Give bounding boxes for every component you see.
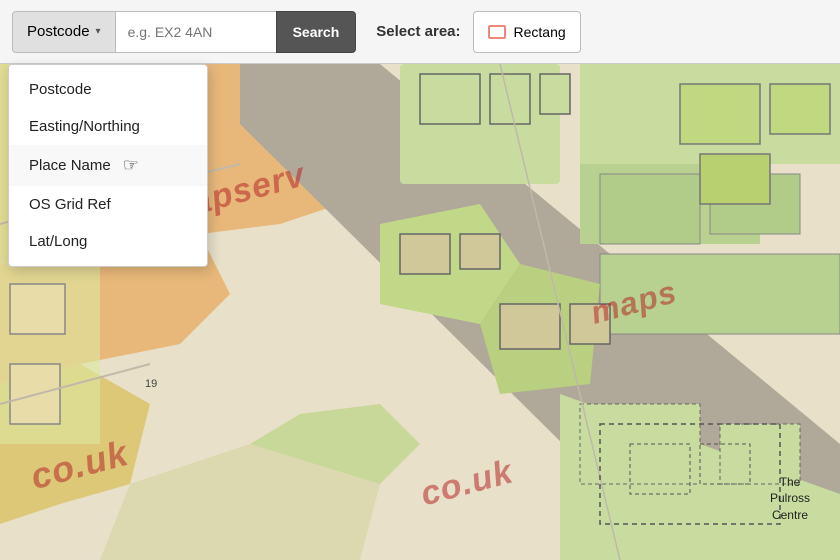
postcode-button-label: Postcode [27,23,90,40]
search-type-dropdown: Postcode Easting/Northing Place Name ☞ O… [8,64,208,267]
map-number-label: 19 [145,378,157,390]
pulross-centre-label: The Pulross Centre [770,474,810,524]
dropdown-arrow-icon: ▾ [96,26,101,37]
search-input[interactable] [116,11,276,53]
dropdown-item-postcode[interactable]: Postcode [9,71,207,108]
rectangle-icon [488,25,506,39]
select-area-label: Select area: [376,23,460,40]
dropdown-item-os-grid-ref[interactable]: OS Grid Ref [9,186,207,223]
dropdown-item-place-name[interactable]: Place Name ☞ [9,145,207,186]
postcode-dropdown-button[interactable]: Postcode ▾ [12,11,116,53]
rectangle-button[interactable]: Rectang [473,11,581,53]
toolbar: Postcode ▾ Search Select area: Rectang [0,0,840,64]
dropdown-item-easting-northing[interactable]: Easting/Northing [9,108,207,145]
rectangle-label: Rectang [514,24,566,40]
search-button[interactable]: Search [276,11,357,53]
dropdown-item-lat-long[interactable]: Lat/Long [9,223,207,260]
